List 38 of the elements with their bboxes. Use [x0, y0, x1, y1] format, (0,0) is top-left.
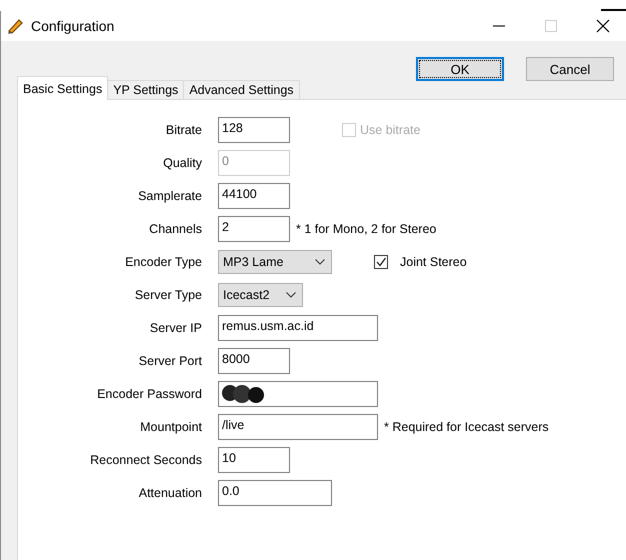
tab[interactable]: YP Settings	[107, 80, 184, 100]
cancel-button[interactable]: Cancel	[526, 57, 614, 81]
dropdown[interactable]: MP3 Lame	[218, 250, 332, 274]
password-field[interactable]	[218, 381, 378, 407]
field-label: Mountpoint	[139, 420, 203, 434]
hint-text: * Required for Icecast servers	[384, 420, 549, 434]
input-field[interactable]: 10	[218, 447, 290, 473]
field-label: Reconnect Seconds	[89, 453, 203, 467]
checkbox[interactable]: Joint Stereo	[374, 255, 467, 269]
pencil-icon	[7, 17, 25, 35]
tab[interactable]: Basic Settings	[17, 76, 108, 100]
field-label: Quality	[162, 156, 203, 170]
input-field[interactable]: remus.usm.ac.id	[218, 315, 378, 341]
chevron-down-icon	[315, 259, 325, 265]
input-field[interactable]: 128	[218, 117, 290, 143]
input-field[interactable]: 44100	[218, 183, 290, 209]
field-label: Attenuation	[138, 486, 203, 500]
ok-button[interactable]: OK	[416, 57, 504, 81]
chevron-down-icon	[286, 292, 296, 298]
field-label: Server Type	[134, 288, 203, 302]
field-label: Encoder Type	[124, 255, 203, 269]
field-label: Server IP	[148, 321, 203, 335]
checkmark-icon	[375, 256, 387, 268]
dropdown[interactable]: Icecast2	[218, 283, 303, 307]
hint-text: * 1 for Mono, 2 for Stereo	[296, 222, 436, 236]
minimize-icon[interactable]	[493, 25, 505, 27]
field-label: Encoder Password	[96, 387, 203, 401]
field-label: Channels	[148, 222, 203, 236]
input-field[interactable]: 2	[218, 216, 290, 242]
tab[interactable]: Advanced Settings	[183, 80, 300, 100]
field-label: Server Port	[138, 354, 203, 368]
input-field[interactable]: 8000	[218, 348, 290, 374]
field-label: Samplerate	[137, 189, 203, 203]
input-field[interactable]: /live	[218, 414, 378, 440]
close-icon[interactable]	[596, 19, 610, 33]
input-field[interactable]: 0.0	[218, 480, 332, 506]
field-label: Bitrate	[164, 123, 203, 137]
window-title: Configuration	[31, 18, 116, 34]
